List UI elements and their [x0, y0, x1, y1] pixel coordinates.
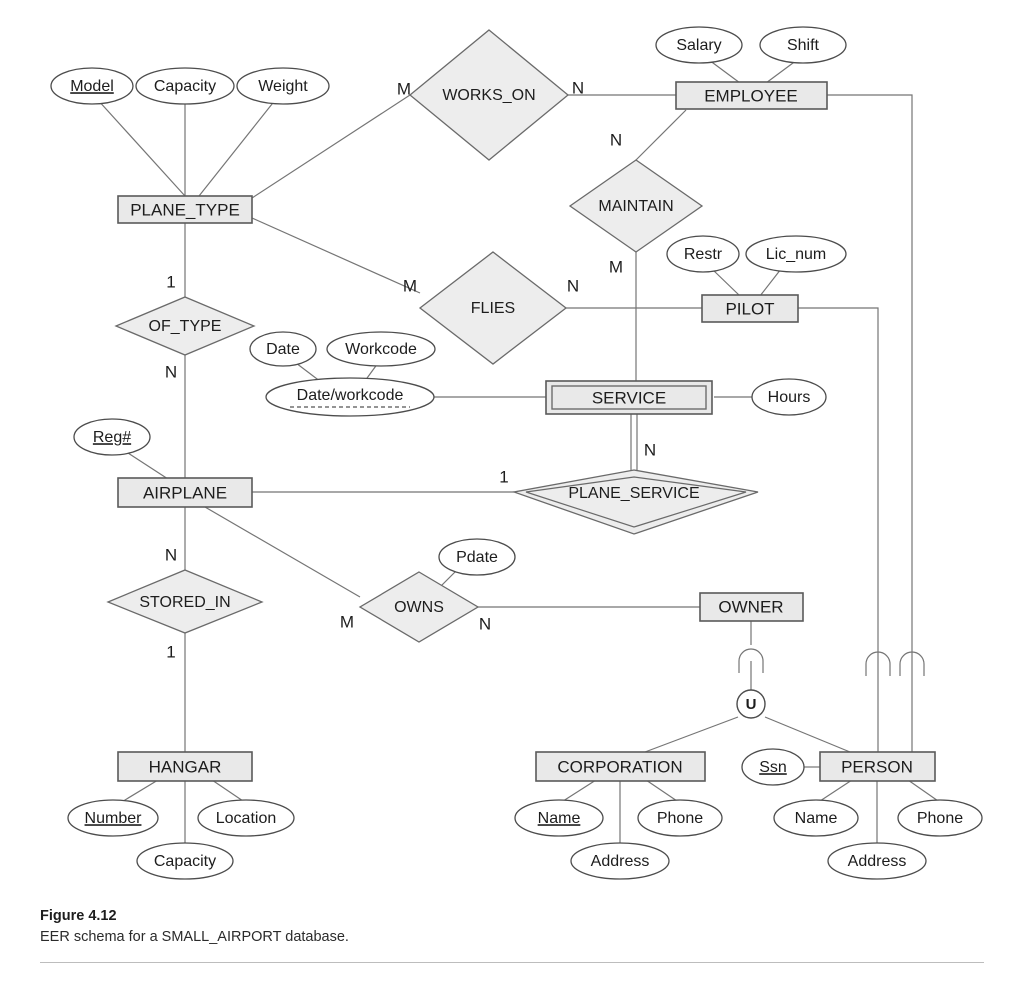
link-model-plane-type: [96, 98, 186, 197]
attribute-salary-label: Salary: [676, 37, 721, 54]
entity-corporation-label: CORPORATION: [557, 757, 682, 776]
link-category-corporation: [644, 716, 739, 753]
attribute-hours-label: Hours: [768, 389, 811, 406]
link-pilot-person: [798, 307, 879, 752]
entity-service-label: SERVICE: [592, 388, 666, 407]
attribute-phone-person-label: Phone: [917, 810, 963, 827]
relationship-of-type-label: OF_TYPE: [149, 318, 222, 335]
relationship-maintain-label: MAINTAIN: [598, 198, 673, 215]
cardinality-airplane-plane-service: 1: [499, 467, 508, 486]
cardinality-airplane-stored-in: N: [165, 545, 177, 564]
attribute-workcode-label: Workcode: [345, 341, 417, 358]
entity-owner-label: OWNER: [718, 597, 783, 616]
link-salary-employee: [708, 59, 741, 84]
entity-hangar-label: HANGAR: [149, 757, 222, 776]
attribute-shift-label: Shift: [787, 37, 820, 54]
figure-number: Figure 4.12: [40, 908, 117, 924]
entity-pilot-label: PILOT: [725, 299, 774, 318]
relationship-stored-in-label: STORED_IN: [139, 594, 230, 611]
cardinality-owns-owner: N: [479, 614, 491, 633]
link-shift-employee: [765, 59, 798, 84]
attribute-reg-number-label: Reg#: [93, 429, 131, 446]
cardinality-flies-pilot: N: [567, 276, 579, 295]
attribute-name-corporation-label: Name: [538, 810, 581, 827]
attribute-address-corporation-label: Address: [591, 853, 650, 870]
entity-employee-label: EMPLOYEE: [704, 86, 798, 105]
entity-plane-type-label: PLANE_TYPE: [130, 200, 240, 219]
link-weight-plane-type: [198, 98, 277, 197]
attribute-model-label: Model: [70, 78, 114, 95]
attribute-weight-label: Weight: [258, 78, 308, 95]
cardinality-of-type-airplane: N: [165, 362, 177, 381]
caption-divider: [40, 962, 984, 963]
cardinality-plane-type-works-on: M: [397, 79, 411, 98]
attribute-number-label: Number: [85, 810, 143, 827]
attribute-address-person-label: Address: [848, 853, 907, 870]
link-reg-airplane: [127, 452, 169, 480]
link-lic-num-pilot: [759, 268, 782, 297]
attribute-pdate-label: Pdate: [456, 549, 498, 566]
link-airplane-owns: [204, 506, 361, 598]
link-category-person: [764, 716, 851, 753]
attribute-capacity-hangar-label: Capacity: [154, 853, 216, 870]
link-employee-person: [827, 94, 913, 752]
relationship-owns-label: OWNS: [394, 599, 444, 616]
link-number-hangar: [119, 779, 159, 804]
figure-page: WORKS_ON MAINTAIN FLIES OF_TYPE PLANE_SE…: [0, 0, 1024, 989]
entity-person-label: PERSON: [841, 757, 913, 776]
attribute-date-workcode-label: Date/workcode: [297, 387, 404, 404]
cardinality-works-on-employee: N: [572, 78, 584, 97]
link-employee-maintain: [635, 109, 687, 161]
entity-airplane-label: AIRPLANE: [143, 483, 227, 502]
attribute-lic-num-label: Lic_num: [766, 246, 826, 263]
link-plane-type-flies: [251, 217, 421, 294]
attribute-ssn-label: Ssn: [759, 759, 787, 776]
attribute-location-label: Location: [216, 810, 277, 827]
cardinality-plane-type-flies: M: [403, 276, 417, 295]
relationship-works-on-label: WORKS_ON: [442, 87, 535, 104]
attribute-restr-label: Restr: [684, 246, 723, 263]
category-union-symbol: U: [746, 696, 757, 713]
cardinality-employee-maintain: N: [610, 130, 622, 149]
cardinality-maintain-service: M: [609, 257, 623, 276]
cardinality-airplane-owns: M: [340, 612, 354, 631]
eer-diagram: WORKS_ON MAINTAIN FLIES OF_TYPE PLANE_SE…: [0, 0, 1024, 900]
attribute-capacity-plane-type-label: Capacity: [154, 78, 216, 95]
cardinality-service-plane-service: N: [644, 440, 656, 459]
attribute-date-label: Date: [266, 341, 300, 358]
link-restr-pilot: [711, 268, 741, 297]
figure-caption: Figure 4.12 EER schema for a SMALL_AIRPO…: [40, 906, 984, 948]
relationship-flies-label: FLIES: [471, 300, 515, 317]
relationship-plane-service-label: PLANE_SERVICE: [568, 485, 699, 502]
attribute-phone-corporation-label: Phone: [657, 810, 703, 827]
attribute-name-person-label: Name: [795, 810, 838, 827]
figure-caption-text: EER schema for a SMALL_AIRPORT database.: [40, 929, 349, 946]
cardinality-stored-in-hangar: 1: [166, 642, 175, 661]
link-plane-type-works-on: [251, 94, 411, 199]
cardinality-plane-type-of-type: 1: [166, 272, 175, 291]
